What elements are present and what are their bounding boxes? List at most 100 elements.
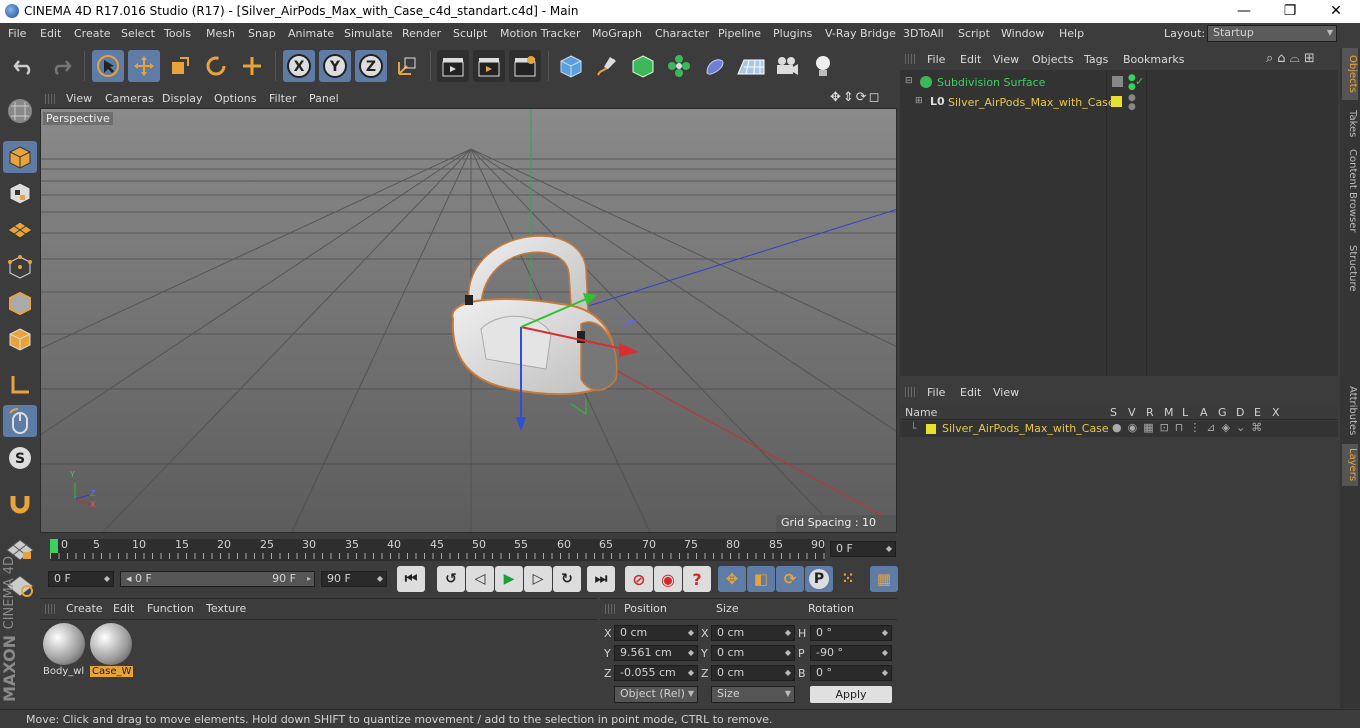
timeline-window-button[interactable]: ▦: [870, 566, 898, 592]
go-to-start-button[interactable]: ⏮: [397, 566, 425, 592]
texture-mode-button[interactable]: [3, 177, 37, 209]
3d-viewport[interactable]: Perspective Y Z X Grid Spacing : 10 cm: [40, 108, 897, 533]
z-axis-button[interactable]: Z: [355, 50, 387, 82]
axis-mode-button[interactable]: [3, 369, 37, 401]
go-to-end-button[interactable]: ⏭: [587, 566, 615, 592]
autokey-button[interactable]: ◉: [654, 566, 682, 592]
menu-plugins[interactable]: Plugins: [773, 27, 812, 40]
start-frame-field[interactable]: 0 F ◆: [48, 571, 114, 587]
workplane-mode-button[interactable]: [3, 213, 37, 245]
rotation-b-field[interactable]: 0 ° ◆: [810, 665, 892, 681]
coordinate-mode-select[interactable]: Object (Rel) ▼: [614, 686, 698, 703]
material-body-wl[interactable]: Body_wl: [43, 623, 85, 679]
material-menu-function[interactable]: Function: [147, 602, 194, 615]
close-button[interactable]: ✕: [1313, 0, 1359, 23]
playhead[interactable]: [50, 539, 58, 553]
magnet-button[interactable]: [3, 487, 37, 519]
end-frame-field[interactable]: 90 F ◆: [321, 571, 387, 587]
menu-help[interactable]: Help: [1059, 27, 1084, 40]
x-axis-button[interactable]: X: [283, 50, 315, 82]
undo-button[interactable]: [8, 50, 40, 82]
menu-snap[interactable]: Snap: [248, 27, 276, 40]
keyframe-selection-button[interactable]: ?: [683, 566, 711, 592]
last-tool-button[interactable]: [236, 50, 268, 82]
key-position-button[interactable]: ✥: [718, 566, 746, 592]
layer-toggle-icons[interactable]: ●◉▦⊡⊓⋮⊿◈⌄⌘: [1112, 421, 1268, 434]
add-cloner-button[interactable]: [663, 50, 695, 82]
coordinate-system-button[interactable]: [391, 50, 423, 82]
viewport-menu-filter[interactable]: Filter: [269, 92, 296, 105]
collapse-icon[interactable]: ⊟: [905, 76, 913, 86]
menu-window[interactable]: Window: [1001, 27, 1044, 40]
add-subdivision-button[interactable]: [627, 50, 659, 82]
y-axis-button[interactable]: Y: [319, 50, 351, 82]
material-case-w[interactable]: Case_W: [90, 623, 134, 679]
play-button[interactable]: ▶: [495, 566, 523, 592]
tab-objects[interactable]: Objects: [1342, 48, 1358, 100]
make-editable-button[interactable]: [3, 95, 37, 127]
menu-character[interactable]: Character: [655, 27, 709, 40]
polygon-mode-button[interactable]: [3, 323, 37, 355]
position-y-field[interactable]: 9.561 cm ◆: [614, 645, 698, 661]
layer-menu-file[interactable]: File: [927, 386, 945, 399]
menu-vray-bridge[interactable]: V-Ray Bridge: [825, 27, 896, 40]
redo-button[interactable]: [45, 50, 77, 82]
object-menu-file[interactable]: File: [927, 53, 945, 66]
menu-file[interactable]: File: [8, 27, 26, 40]
tab-structure[interactable]: Structure: [1342, 240, 1358, 296]
object-menu-view[interactable]: View: [993, 53, 1019, 66]
key-scale-button[interactable]: ◧: [747, 566, 775, 592]
menu-render[interactable]: Render: [402, 27, 441, 40]
material-menu-edit[interactable]: Edit: [113, 602, 134, 615]
size-z-field[interactable]: 0 cm ◆: [711, 665, 795, 681]
render-to-picture-viewer-button[interactable]: [473, 50, 505, 82]
menu-mograph[interactable]: MoGraph: [592, 27, 642, 40]
menu-simulate[interactable]: Simulate: [344, 27, 393, 40]
layer-color-swatch[interactable]: [926, 424, 936, 434]
timeline-ruler[interactable]: 0 5 10 15 20 25 30 35 40 45 50 55 60 65 …: [40, 535, 897, 563]
previous-frame-button[interactable]: ◁: [466, 566, 494, 592]
layer-menu-edit[interactable]: Edit: [960, 386, 981, 399]
maximize-button[interactable]: ❐: [1267, 0, 1313, 23]
rotation-h-field[interactable]: 0 ° ◆: [810, 625, 892, 641]
viewport-menu-cameras[interactable]: Cameras: [105, 92, 154, 105]
menu-edit[interactable]: Edit: [40, 27, 61, 40]
enabled-check-icon[interactable]: ✓: [1135, 75, 1144, 88]
menu-sculpt[interactable]: Sculpt: [453, 27, 487, 40]
previous-key-button[interactable]: ↺: [437, 566, 465, 592]
viewport-menu-display[interactable]: Display: [162, 92, 203, 105]
material-menu-texture[interactable]: Texture: [206, 602, 246, 615]
snap-button[interactable]: S: [3, 442, 37, 474]
viewport-menu-view[interactable]: View: [66, 92, 92, 105]
menu-tools[interactable]: Tools: [164, 27, 191, 40]
menu-script[interactable]: Script: [958, 27, 990, 40]
tab-attributes[interactable]: Attributes: [1342, 382, 1358, 440]
add-spline-pen-button[interactable]: [591, 50, 623, 82]
range-slider[interactable]: ◂ 0 F 90 F ▸: [120, 571, 315, 587]
menu-pipeline[interactable]: Pipeline: [718, 27, 761, 40]
position-x-field[interactable]: 0 cm ◆: [614, 625, 698, 641]
menu-select[interactable]: Select: [121, 27, 155, 40]
menu-motion-tracker[interactable]: Motion Tracker: [500, 27, 580, 40]
move-tool-button[interactable]: [128, 50, 160, 82]
menu-3dtoall[interactable]: 3DToAll: [903, 27, 944, 40]
render-settings-button[interactable]: [509, 50, 541, 82]
live-selection-button[interactable]: [92, 50, 124, 82]
next-key-button[interactable]: ↻: [553, 566, 581, 592]
tab-content-browser[interactable]: Content Browser: [1342, 148, 1358, 234]
size-mode-select[interactable]: Size ▼: [711, 686, 795, 703]
size-y-field[interactable]: 0 cm ◆: [711, 645, 795, 661]
add-deformer-button[interactable]: [699, 50, 731, 82]
tweak-mode-button[interactable]: [3, 405, 37, 437]
viewport-navigation-icons[interactable]: ✥⇕⟳◻: [830, 90, 881, 105]
rotation-p-field[interactable]: -90 ° ◆: [810, 645, 892, 661]
apply-button[interactable]: Apply: [810, 686, 892, 703]
viewport-menu-panel[interactable]: Panel: [309, 92, 339, 105]
layer-menu-view[interactable]: View: [993, 386, 1019, 399]
minimize-button[interactable]: —: [1221, 0, 1267, 23]
menu-animate[interactable]: Animate: [288, 27, 334, 40]
point-mode-button[interactable]: [3, 251, 37, 283]
object-menu-edit[interactable]: Edit: [960, 53, 981, 66]
add-floor-button[interactable]: [735, 50, 767, 82]
rotate-tool-button[interactable]: [200, 50, 232, 82]
